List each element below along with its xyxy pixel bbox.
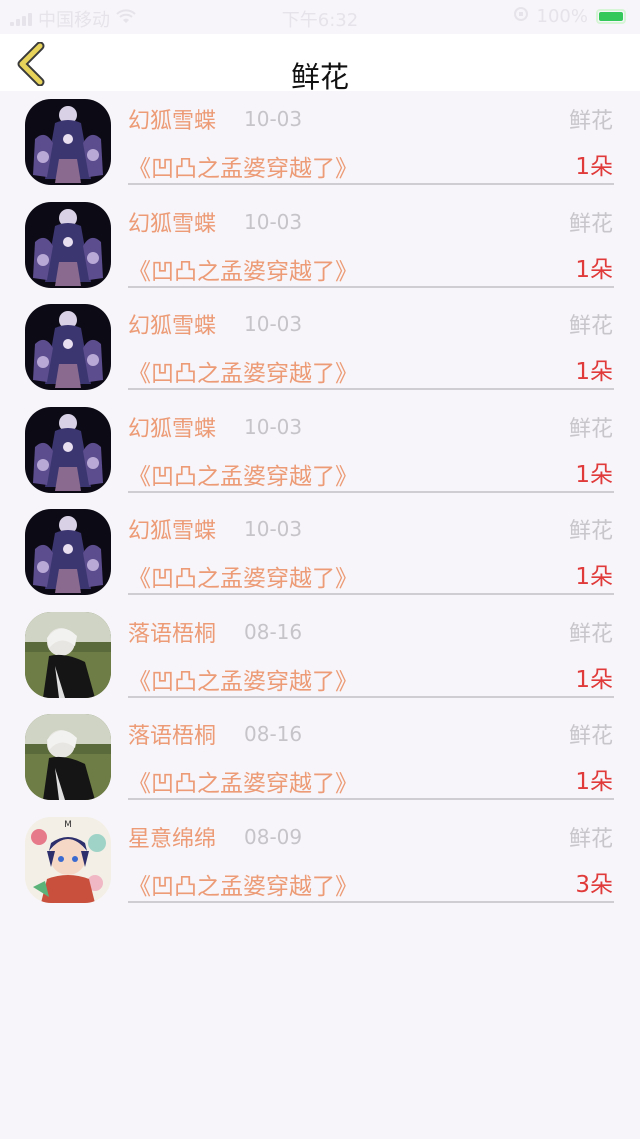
list-item[interactable]: 幻狐雪蝶 10-03 鲜花《凹凸之孟婆穿越了》 1朵 (0, 296, 640, 399)
gift-count: 1朵 (575, 256, 613, 283)
gift-type-label: 鲜花 (568, 621, 613, 647)
user-name: 星意绵绵 (128, 826, 217, 852)
gift-type-label: 鲜花 (568, 211, 613, 237)
gift-count: 1朵 (575, 666, 613, 693)
date-label: 08-16 (244, 619, 303, 644)
user-name: 幻狐雪蝶 (128, 519, 217, 544)
row-divider (128, 695, 614, 698)
status-bar: 中国移动 下午6:32 100% (0, 0, 640, 34)
battery-icon (596, 9, 626, 24)
user-name: 落语梧桐 (128, 724, 217, 749)
date-label: 10-03 (244, 312, 303, 336)
user-name: 幻狐雪蝶 (128, 109, 217, 134)
rotation-lock-icon (513, 6, 529, 27)
battery-percent: 100% (536, 6, 588, 27)
row-divider (128, 183, 614, 185)
date-label: 08-16 (244, 722, 303, 746)
battery-fill (599, 12, 623, 21)
status-right: 100% (513, 6, 626, 27)
gift-type-label: 鲜花 (568, 109, 613, 134)
date-label: 10-03 (244, 107, 303, 131)
date-label: 08-09 (244, 824, 303, 849)
gift-count: 1朵 (575, 359, 613, 385)
list-item[interactable]: 幻狐雪蝶 10-03 鲜花《凹凸之孟婆穿越了》 1朵 (0, 91, 640, 194)
gift-count: 1朵 (575, 154, 613, 180)
list-item[interactable]: 幻狐雪蝶 10-03 鲜花《凹凸之孟婆穿越了》 1朵 (0, 194, 640, 297)
book-title-link[interactable]: 《凹凸之孟婆穿越了》 (128, 354, 358, 388)
user-name: 幻狐雪蝶 (128, 314, 217, 339)
list-item[interactable]: 幻狐雪蝶 10-03 鲜花《凹凸之孟婆穿越了》 1朵 (0, 501, 640, 604)
avatar[interactable] (25, 611, 111, 698)
avatar[interactable] (25, 304, 111, 390)
avatar[interactable] (25, 406, 111, 493)
list-item[interactable]: 幻狐雪蝶 10-03 鲜花《凹凸之孟婆穿越了》 1朵 (0, 399, 640, 502)
book-title-link[interactable]: 《凹凸之孟婆穿越了》 (128, 662, 358, 696)
user-name: 幻狐雪蝶 (128, 416, 217, 442)
book-title-link[interactable]: 《凹凸之孟婆穿越了》 (128, 149, 358, 183)
row-divider (128, 593, 614, 595)
user-name: 落语梧桐 (128, 621, 217, 647)
book-title-link[interactable]: 《凹凸之孟婆穿越了》 (128, 559, 358, 593)
list-item[interactable]: 落语梧桐 08-16 鲜花《凹凸之孟婆穿越了》 1朵 (0, 706, 640, 809)
list-item[interactable]: M 星意绵绵 08-09 鲜花《凹凸之孟婆穿越了》 3朵 (0, 809, 640, 912)
navigation-bar: 鲜花 (0, 34, 640, 94)
avatar[interactable]: M (25, 816, 111, 903)
gift-count: 1朵 (575, 461, 613, 488)
page-title: 鲜花 (290, 60, 349, 94)
row-divider (128, 900, 614, 903)
avatar[interactable] (25, 99, 111, 185)
row-divider (128, 388, 614, 390)
gift-type-label: 鲜花 (568, 416, 613, 442)
book-title-link[interactable]: 《凹凸之孟婆穿越了》 (128, 457, 358, 491)
date-label: 10-03 (244, 209, 303, 234)
gift-count: 1朵 (575, 564, 613, 590)
date-label: 10-03 (244, 414, 303, 439)
gift-count: 1朵 (575, 769, 613, 795)
list-item[interactable]: 落语梧桐 08-16 鲜花《凹凸之孟婆穿越了》 1朵 (0, 604, 640, 707)
book-title-link[interactable]: 《凹凸之孟婆穿越了》 (128, 867, 358, 901)
book-title-link[interactable]: 《凹凸之孟婆穿越了》 (128, 764, 358, 798)
row-divider (128, 285, 614, 288)
flower-record-list: 幻狐雪蝶 10-03 鲜花 《凹凸之孟婆穿越了》 1朵 幻狐雪蝶 10-03 鲜花 《凹凸之孟婆… (0, 91, 640, 911)
user-name: 幻狐雪蝶 (128, 211, 217, 237)
row-divider (128, 490, 614, 493)
gift-type-label: 鲜花 (568, 826, 613, 852)
book-title-link[interactable]: 《凹凸之孟婆穿越了》 (128, 252, 358, 286)
gift-count: 3朵 (575, 871, 613, 898)
gift-type-label: 鲜花 (568, 314, 613, 339)
gift-type-label: 鲜花 (568, 724, 613, 749)
avatar[interactable] (25, 201, 111, 288)
date-label: 10-03 (244, 517, 303, 541)
avatar[interactable] (25, 714, 111, 800)
avatar[interactable] (25, 509, 111, 595)
row-divider (128, 798, 614, 800)
gift-type-label: 鲜花 (568, 519, 613, 544)
svg-text:M: M (64, 820, 72, 830)
